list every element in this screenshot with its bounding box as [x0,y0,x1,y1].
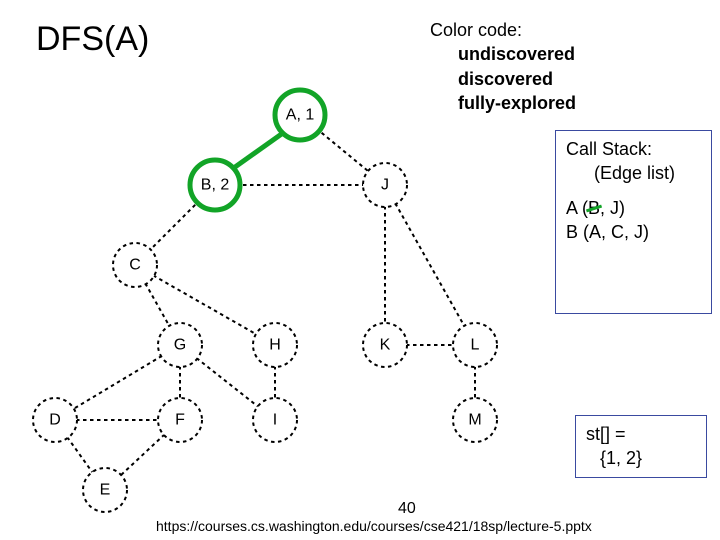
svg-text:J: J [381,177,389,194]
svg-text:K: K [380,337,391,354]
node-G: G [158,323,202,367]
node-F: F [158,398,202,442]
svg-text:A, 1: A, 1 [286,107,315,124]
svg-text:E: E [100,482,111,499]
node-M: M [453,398,497,442]
svg-text:F: F [175,412,185,429]
slide-number: 40 [398,500,416,518]
node-I: I [253,398,297,442]
svg-text:C: C [129,257,141,274]
node-D: D [33,398,77,442]
node-H: H [253,323,297,367]
node-L: L [453,323,497,367]
node-A: A, 1 [275,90,325,140]
node-K: K [363,323,407,367]
node-B: B, 2 [190,160,240,210]
svg-text:M: M [468,412,481,429]
svg-text:L: L [471,337,480,354]
edge-A-B [228,128,290,172]
svg-text:G: G [174,337,186,354]
node-E: E [83,468,127,512]
source-url: https://courses.cs.washington.edu/course… [156,518,592,534]
node-J: J [363,163,407,207]
svg-text:B, 2: B, 2 [201,177,230,194]
edge-J-L [385,185,475,345]
edge-C-H [135,265,275,345]
svg-text:I: I [273,412,277,429]
dfs-graph: A, 1 B, 2 J C G H K [0,0,720,540]
svg-text:D: D [49,412,61,429]
svg-text:H: H [269,337,281,354]
node-C: C [113,243,157,287]
